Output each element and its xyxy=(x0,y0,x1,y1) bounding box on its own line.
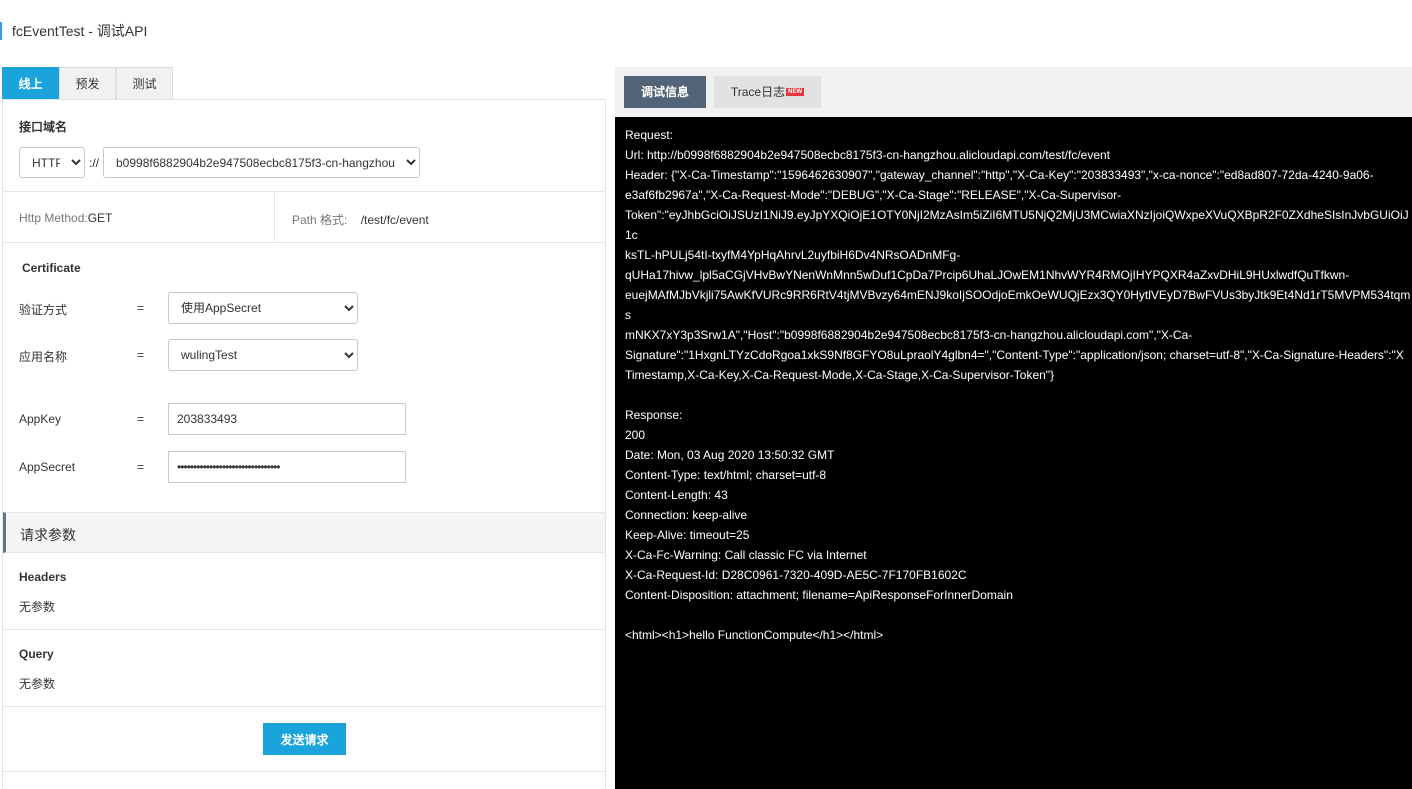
headers-empty-text: 无参数 xyxy=(19,600,56,614)
appsecret-input[interactable] xyxy=(168,451,406,483)
path-value: /test/fc/event xyxy=(360,213,429,227)
headers-label: Headers xyxy=(19,570,67,584)
path-format: Path 格式: /test/fc/event xyxy=(292,211,429,228)
tab-test[interactable]: 测试 xyxy=(116,67,173,99)
http-method: Http Method:GET xyxy=(19,211,112,225)
divider xyxy=(3,771,605,772)
divider xyxy=(3,191,605,192)
tab-online[interactable]: 线上 xyxy=(2,67,59,99)
appsecret-row: AppSecret = xyxy=(3,451,605,483)
divider xyxy=(3,242,605,243)
page-title: fcEventTest - 调试API xyxy=(0,22,147,40)
auth-method-row: 验证方式 = 使用AppSecret xyxy=(3,292,605,324)
equals-sign: = xyxy=(137,412,145,426)
divider xyxy=(3,629,605,630)
debug-output-panel: 调试信息 Trace日志 NEW Request: Url: http://b09… xyxy=(615,67,1412,789)
appkey-row: AppKey = xyxy=(3,403,605,435)
app-name-label: 应用名称 xyxy=(19,350,68,364)
domain-select[interactable]: b0998f6882904b2e947508ecbc8175f3-cn-hang… xyxy=(103,147,420,178)
tab-trace-log[interactable]: Trace日志 NEW xyxy=(714,76,821,108)
auth-method-select[interactable]: 使用AppSecret xyxy=(168,292,358,324)
output-tabbar: 调试信息 Trace日志 NEW xyxy=(615,67,1412,117)
protocol-separator: :// xyxy=(89,156,100,170)
appkey-input[interactable] xyxy=(168,403,406,435)
equals-sign: = xyxy=(137,460,145,474)
divider xyxy=(3,706,605,707)
query-label: Query xyxy=(19,647,54,661)
appkey-label: AppKey xyxy=(19,412,62,426)
protocol-select[interactable]: HTTP xyxy=(19,147,85,178)
request-form-panel: 接口域名 HTTP :// b0998f6882904b2e947508ecbc… xyxy=(2,99,606,789)
certificate-title: Certificate xyxy=(22,261,81,275)
domain-label: 接口域名 xyxy=(19,120,68,134)
app-name-row: 应用名称 = wulingTest xyxy=(3,339,605,371)
debug-console-output: Request: Url: http://b0998f6882904b2e947… xyxy=(625,128,1411,642)
path-label: Path 格式: xyxy=(292,213,348,227)
new-badge: NEW xyxy=(786,88,805,96)
http-method-label: Http Method: xyxy=(19,211,88,225)
app-name-select[interactable]: wulingTest xyxy=(168,339,358,371)
equals-sign: = xyxy=(137,301,145,315)
request-params-title: 请求参数 xyxy=(20,527,76,543)
send-request-button[interactable]: 发送请求 xyxy=(263,723,346,755)
http-method-value: GET xyxy=(87,211,113,225)
auth-method-label: 验证方式 xyxy=(19,303,68,317)
env-tabs: 线上 预发 测试 xyxy=(2,67,173,99)
appsecret-label: AppSecret xyxy=(19,460,76,474)
request-params-header: 请求参数 xyxy=(3,512,605,553)
tab-debug-info[interactable]: 调试信息 xyxy=(624,76,706,108)
query-empty-text: 无参数 xyxy=(19,677,56,691)
tab-pre[interactable]: 预发 xyxy=(59,67,116,99)
tab-trace-label: Trace日志 xyxy=(730,85,786,99)
equals-sign: = xyxy=(137,348,145,362)
divider xyxy=(274,192,275,242)
